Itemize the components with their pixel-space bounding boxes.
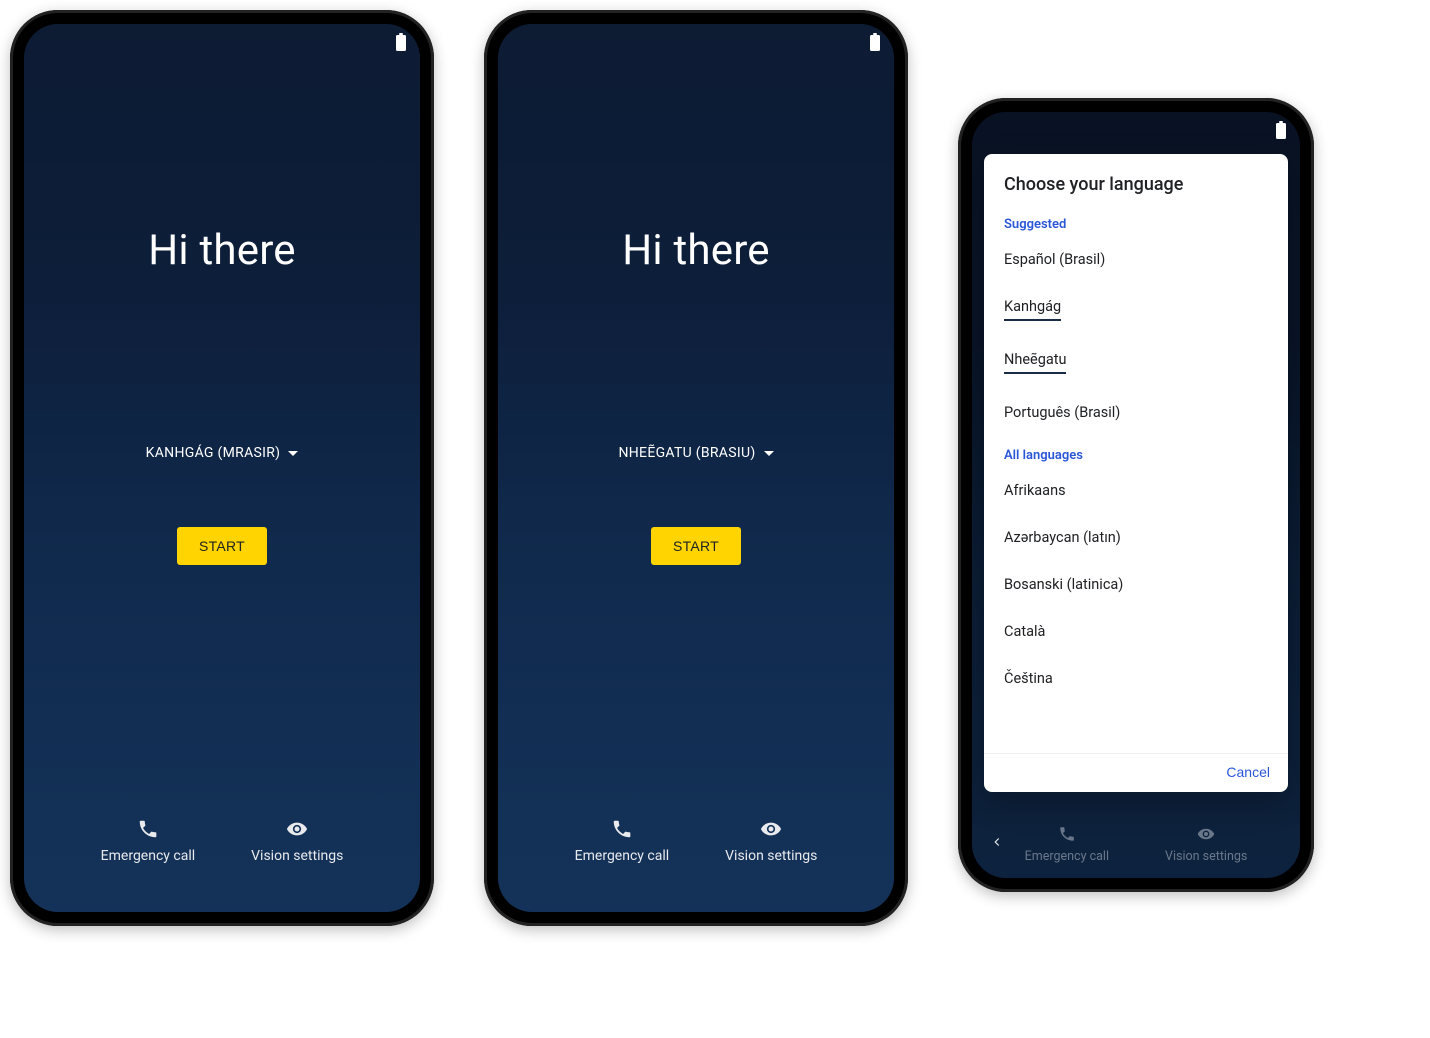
status-bar [24, 24, 420, 56]
phone-frame-2: Hi there NHEẼGATU (BRASIU) START Emergen… [484, 10, 908, 926]
language-dialog: Choose your language Suggested Español (… [984, 154, 1288, 792]
phone-screen-3: Emergency call Vision settings Choose yo… [972, 112, 1300, 878]
chevron-down-icon [764, 451, 774, 456]
language-item-label: Català [1004, 623, 1045, 640]
phone-icon [137, 818, 159, 840]
battery-icon [1276, 123, 1286, 139]
language-item-label: Azərbaycan (latın) [1004, 529, 1121, 546]
language-item[interactable]: Català [984, 608, 1288, 655]
emergency-call-button[interactable]: Emergency call [1025, 825, 1109, 864]
language-item[interactable]: Português (Brasil) [984, 389, 1288, 436]
language-item[interactable]: Afrikaans [984, 467, 1288, 514]
welcome-area: Hi there KANHGÁG (MRASIR) START [24, 56, 420, 818]
start-button[interactable]: START [651, 527, 741, 565]
chevron-left-icon [990, 835, 1004, 849]
bottom-bar-dimmed: Emergency call Vision settings [972, 825, 1300, 864]
phone-icon [611, 818, 633, 840]
phone-icon [1058, 825, 1076, 843]
language-item[interactable]: Bosanski (latinica) [984, 561, 1288, 608]
emergency-call-button[interactable]: Emergency call [101, 818, 195, 864]
language-item-label: Português (Brasil) [1004, 404, 1120, 421]
eye-icon [760, 818, 782, 840]
phone-screen-1: Hi there KANHGÁG (MRASIR) START Emergenc… [24, 24, 420, 912]
language-label: KANHGÁG (MRASIR) [146, 445, 281, 461]
language-selector[interactable]: NHEẼGATU (BRASIU) [618, 445, 773, 461]
phone-frame-3: Emergency call Vision settings Choose yo… [958, 98, 1314, 892]
emergency-call-label: Emergency call [101, 848, 195, 864]
vision-settings-button[interactable]: Vision settings [251, 818, 343, 864]
emergency-call-label: Emergency call [1025, 849, 1109, 864]
emergency-call-button[interactable]: Emergency call [575, 818, 669, 864]
status-bar [972, 112, 1300, 144]
language-item-label: Español (Brasil) [1004, 251, 1105, 268]
language-item-label: Bosanski (latinica) [1004, 576, 1123, 593]
language-item-label: Kanhgág [1004, 298, 1061, 321]
back-button[interactable] [990, 833, 1004, 854]
start-button[interactable]: START [177, 527, 267, 565]
status-bar [498, 24, 894, 56]
language-label: NHEẼGATU (BRASIU) [618, 445, 755, 461]
language-item[interactable]: Čeština [984, 655, 1288, 702]
all-languages-header: All languages [984, 436, 1288, 467]
battery-icon [396, 35, 406, 51]
language-item[interactable]: Español (Brasil) [984, 236, 1288, 283]
dialog-actions: Cancel [984, 753, 1288, 792]
language-item-label: Čeština [1004, 670, 1053, 687]
phone-screen-2: Hi there NHEẼGATU (BRASIU) START Emergen… [498, 24, 894, 912]
emergency-call-label: Emergency call [575, 848, 669, 864]
bottom-bar: Emergency call Vision settings [24, 818, 420, 912]
greeting-title: Hi there [622, 226, 769, 275]
vision-settings-label: Vision settings [1165, 849, 1247, 864]
chevron-down-icon [288, 451, 298, 456]
bottom-bar: Emergency call Vision settings [498, 818, 894, 912]
suggested-header: Suggested [984, 205, 1288, 236]
language-item-label: Nheẽgatu [1004, 351, 1066, 374]
eye-icon [286, 818, 308, 840]
language-item[interactable]: Kanhgág [984, 283, 1288, 336]
vision-settings-button[interactable]: Vision settings [725, 818, 817, 864]
language-selector[interactable]: KANHGÁG (MRASIR) [146, 445, 299, 461]
dialog-title: Choose your language [984, 154, 1288, 205]
phone-frame-1: Hi there KANHGÁG (MRASIR) START Emergenc… [10, 10, 434, 926]
cancel-button[interactable]: Cancel [1226, 764, 1270, 780]
battery-icon [870, 35, 880, 51]
vision-settings-label: Vision settings [251, 848, 343, 864]
greeting-title: Hi there [148, 226, 295, 275]
language-list[interactable]: Suggested Español (Brasil) Kanhgág Nheẽg… [984, 205, 1288, 753]
eye-icon [1197, 825, 1215, 843]
vision-settings-label: Vision settings [725, 848, 817, 864]
language-item[interactable]: Nheẽgatu [984, 336, 1288, 389]
vision-settings-button[interactable]: Vision settings [1165, 825, 1247, 864]
language-item[interactable]: Azərbaycan (latın) [984, 514, 1288, 561]
language-item-label: Afrikaans [1004, 482, 1066, 499]
welcome-area: Hi there NHEẼGATU (BRASIU) START [498, 56, 894, 818]
